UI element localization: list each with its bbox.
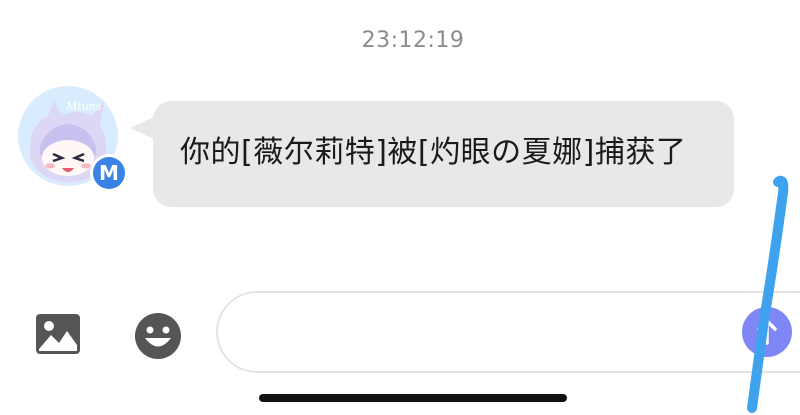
chat-screen: 23:12:19 Mtuns M 你的[薇尔莉特]被[灼眼の夏娜]捕获了 bbox=[0, 0, 800, 415]
verified-badge: M bbox=[90, 154, 128, 192]
send-button[interactable] bbox=[742, 307, 792, 357]
message-text: 你的[薇尔莉特]被[灼眼の夏娜]捕获了 bbox=[180, 135, 687, 170]
badge-letter: M bbox=[93, 157, 125, 189]
image-icon[interactable] bbox=[35, 311, 81, 357]
svg-text:Mtuns: Mtuns bbox=[65, 100, 102, 113]
emoji-icon[interactable] bbox=[133, 311, 183, 361]
message-timestamp: 23:12:19 bbox=[361, 28, 465, 53]
home-indicator[interactable] bbox=[259, 394, 567, 402]
message-input[interactable] bbox=[216, 291, 800, 373]
send-arrow-icon bbox=[757, 319, 777, 345]
